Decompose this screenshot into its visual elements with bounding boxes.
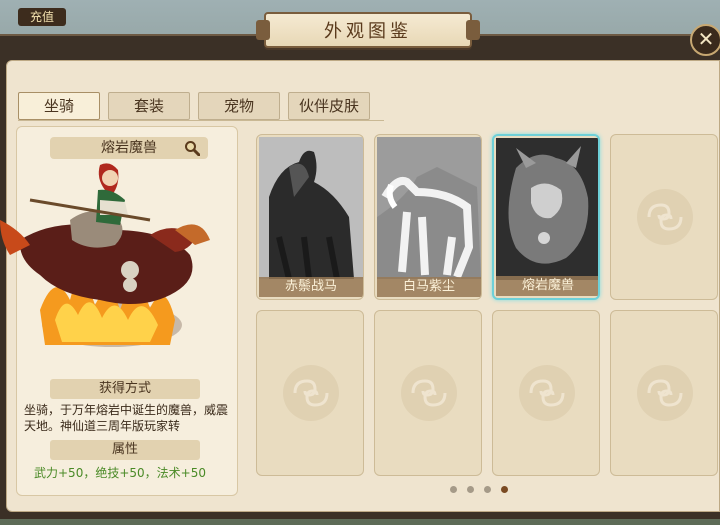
- obtain-method-header: 获得方式: [50, 379, 200, 399]
- close-icon: ✕: [697, 27, 715, 51]
- cloud-emblem-icon: [637, 189, 693, 245]
- mount-card-selected[interactable]: 熔岩魔兽: [492, 134, 600, 300]
- page-dot[interactable]: [450, 486, 457, 493]
- empty-card[interactable]: [610, 310, 718, 476]
- mount-preview-image: [0, 163, 210, 347]
- tabs-divider: [18, 120, 384, 121]
- tab-mount[interactable]: 坐骑: [18, 92, 100, 120]
- cloud-emblem-icon: [519, 365, 575, 421]
- tab-partner-skin[interactable]: 伙伴皮肤: [288, 92, 371, 120]
- window-title-text: 外观图鉴: [324, 21, 412, 42]
- page-indicator: [450, 486, 508, 493]
- mount-art-white-horse: [377, 137, 481, 279]
- page-dot-active[interactable]: [501, 486, 508, 493]
- mount-collection-grid: 赤鬃战马 白马紫尘 熔岩魔兽: [256, 134, 720, 478]
- mount-card[interactable]: 白马紫尘: [374, 134, 482, 300]
- page-dot[interactable]: [484, 486, 491, 493]
- cloud-emblem-icon: [283, 365, 339, 421]
- empty-card[interactable]: [492, 310, 600, 476]
- empty-card[interactable]: [610, 134, 718, 300]
- cloud-emblem-icon: [401, 365, 457, 421]
- mount-card-label: 赤鬃战马: [259, 277, 363, 297]
- empty-card[interactable]: [374, 310, 482, 476]
- tab-pet[interactable]: 宠物: [198, 92, 280, 120]
- mount-card-label: 熔岩魔兽: [496, 276, 598, 296]
- tab-outfit[interactable]: 套装: [108, 92, 190, 120]
- cloud-emblem-icon: [637, 365, 693, 421]
- mount-card-label: 白马紫尘: [377, 277, 481, 297]
- obtain-method-text: 坐骑，于万年熔岩中诞生的魔兽，威震天地。神仙道三周年版玩家转: [24, 403, 229, 433]
- magnifier-icon[interactable]: [184, 140, 200, 156]
- mount-art-red-mane-warhorse: [259, 137, 363, 279]
- window-title: 外观图鉴: [256, 12, 480, 48]
- recharge-button[interactable]: 充值: [18, 8, 66, 26]
- page-dot[interactable]: [467, 486, 474, 493]
- attributes-header: 属性: [50, 440, 200, 460]
- mount-art-lava-beast: [496, 138, 598, 280]
- category-tabs: 坐骑 套装 宠物 伙伴皮肤: [18, 92, 371, 120]
- empty-card[interactable]: [256, 310, 364, 476]
- close-button[interactable]: ✕: [690, 24, 720, 56]
- attributes-text: 武力+50，绝技+50，法术+50: [34, 466, 206, 480]
- mount-card[interactable]: 赤鬃战马: [256, 134, 364, 300]
